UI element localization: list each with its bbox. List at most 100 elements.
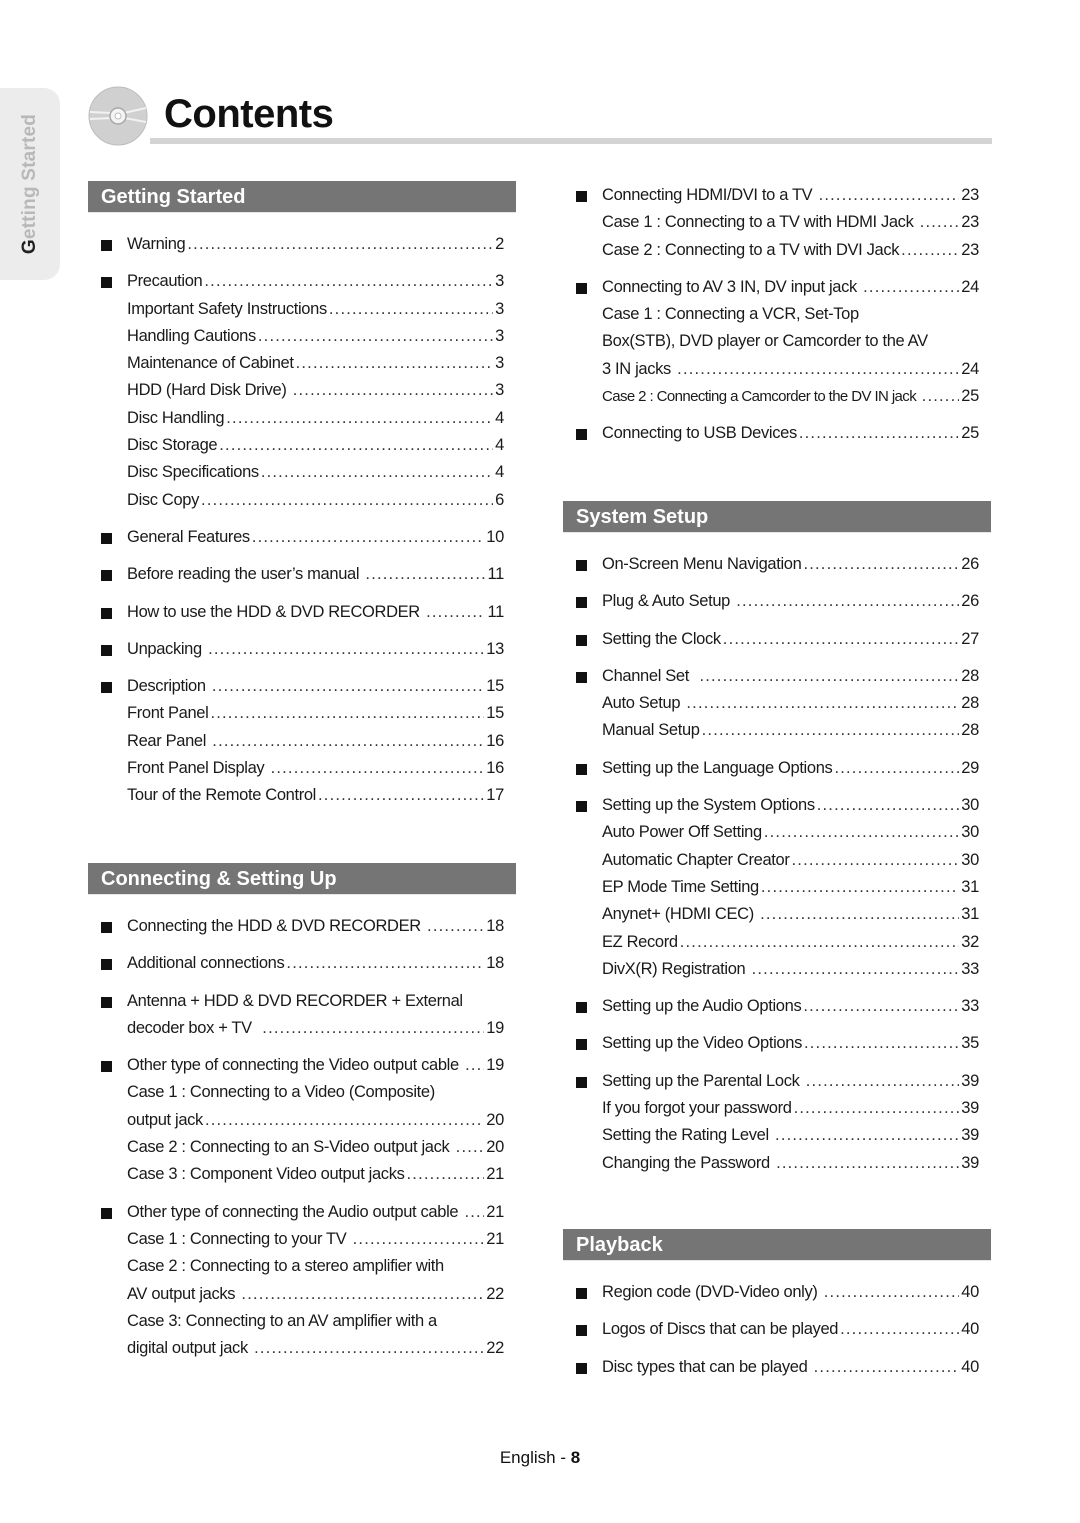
toc-page-number: 39 — [961, 1153, 979, 1172]
toc-subentry[interactable]: EZ Record 32 — [563, 929, 991, 956]
toc-entry[interactable]: Other type of connecting the Audio outpu… — [88, 1199, 516, 1226]
toc-subentry[interactable]: DivX(R) Registration 33 — [563, 956, 991, 983]
toc-entry-title: Connecting the HDD & DVD RECORDER — [127, 917, 426, 935]
toc-entry[interactable]: Setting up the Parental Lock 39 — [563, 1068, 991, 1095]
toc-subentry[interactable]: EP Mode Time Setting 31 — [563, 874, 991, 901]
toc-subentry[interactable]: Setting the Rating Level 39 — [563, 1122, 991, 1149]
toc-page-number: 28 — [961, 721, 979, 740]
toc-subentry[interactable]: Case 1 : Connecting to a TV with HDMI Ja… — [563, 209, 991, 236]
toc-subentry[interactable]: Front Panel 15 — [88, 700, 516, 727]
toc-subentry[interactable]: Disc Handling 4 — [88, 405, 516, 432]
toc-entry[interactable]: Connecting the HDD & DVD RECORDER 18 — [88, 913, 516, 940]
toc-subentry[interactable]: Changing the Password 39 — [563, 1150, 991, 1177]
toc-entry[interactable]: Before reading the user’s manual 11 — [88, 561, 516, 588]
toc-entry[interactable]: Setting up the Language Options 29 — [563, 755, 991, 782]
toc-subentry[interactable]: decoder box + TV 19 — [88, 1015, 516, 1042]
dot-leader — [794, 1095, 960, 1122]
toc-subentry[interactable]: Case 1 : Connecting to your TV 21 — [88, 1226, 516, 1253]
toc-entry[interactable]: Precaution 3 — [88, 268, 516, 295]
square-bullet-icon — [576, 1362, 587, 1374]
toc-entry-title: Unpacking — [127, 639, 207, 658]
toc-entry[interactable]: Connecting to USB Devices 25 — [563, 420, 991, 447]
dot-leader — [464, 1199, 484, 1226]
toc-subentry[interactable]: AV output jacks 22 — [88, 1281, 516, 1308]
toc-subentry[interactable]: Case 3 : Component Video output jacks 21 — [88, 1161, 516, 1188]
toc-entry-title: Case 2 : Connecting to a TV with DVI Jac… — [602, 240, 900, 259]
dot-leader — [465, 1052, 484, 1079]
toc-page-number: 22 — [486, 1339, 504, 1358]
toc-page-number: 21 — [486, 1229, 504, 1248]
toc-page-number: 11 — [487, 565, 504, 584]
toc-entry-group: Other type of connecting the Audio outpu… — [88, 1199, 516, 1363]
toc-subentry[interactable]: Case 2 : Connecting to an S-Video output… — [88, 1134, 516, 1161]
toc-entry[interactable]: Setting the Clock 27 — [563, 626, 991, 653]
toc-subentry[interactable]: Rear Panel 16 — [88, 728, 516, 755]
toc-entry-title: Disc Handling — [127, 408, 225, 427]
toc-subentry[interactable]: HDD (Hard Disk Drive) 3 — [88, 377, 516, 404]
toc-entry-group: Precaution3Important Safety Instructions… — [88, 268, 516, 514]
toc-subentry[interactable]: Case 1 : Connecting to a Video (Composit… — [88, 1079, 516, 1106]
toc-entry[interactable]: General Features 10 — [88, 524, 516, 551]
toc-subentry[interactable]: Auto Power Off Setting 30 — [563, 819, 991, 846]
toc-subentry[interactable]: Case 3: Connecting to an AV amplifier wi… — [88, 1308, 516, 1335]
toc-subentry[interactable]: output jack 20 — [88, 1107, 516, 1134]
toc-page-number: 28 — [961, 694, 979, 713]
dot-leader — [329, 296, 493, 323]
toc-subentry[interactable]: Disc Copy 6 — [88, 487, 516, 514]
toc-subentry[interactable]: Handling Cautions 3 — [88, 323, 516, 350]
toc-entry[interactable]: How to use the HDD & DVD RECORDER 11 — [88, 599, 516, 626]
toc-subentry[interactable]: Automatic Chapter Creator 30 — [563, 847, 991, 874]
toc-entry[interactable]: Setting up the System Options 30 — [563, 792, 991, 819]
toc-entry[interactable]: Warning 2 — [88, 231, 516, 258]
footer-separator: - — [555, 1448, 571, 1467]
toc-entry[interactable]: Channel Set 28 — [563, 663, 991, 690]
toc-entry-title: Box(STB), DVD player or Camcorder to the… — [602, 332, 928, 351]
toc-entry-title: Setting up the System Options — [602, 796, 815, 815]
toc-entry[interactable]: Unpacking 13 — [88, 636, 516, 663]
toc-entry-group: Other type of connecting the Video outpu… — [88, 1052, 516, 1188]
toc-entry[interactable]: Setting up the Video Options 35 — [563, 1030, 991, 1057]
toc-entry-title: Disc types that can be played — [602, 1357, 812, 1376]
toc-subentry[interactable]: Case 2 : Connecting to a TV with DVI Jac… — [563, 237, 991, 264]
toc-entry[interactable]: Logos of Discs that can be played 40 — [563, 1316, 991, 1343]
toc-entry-title: Setting the Clock — [602, 629, 721, 648]
toc-entry-group: Warning 2 — [88, 231, 516, 258]
toc-subentry[interactable]: Maintenance of Cabinet 3 — [88, 350, 516, 377]
dot-leader — [761, 874, 959, 901]
toc-entry-title: Plug & Auto Setup — [602, 592, 735, 611]
toc-entry-title: Case 1 : Connecting to a Video (Composit… — [127, 1083, 435, 1102]
toc-entry-title: Setting the Rating Level — [602, 1126, 774, 1145]
toc-entry[interactable]: Region code (DVD-Video only) 40 — [563, 1279, 991, 1306]
toc-entry[interactable]: Connecting HDMI/DVI to a TV 23 — [563, 182, 991, 209]
toc-subentry[interactable]: 3 IN jacks 24 — [563, 356, 991, 383]
toc-entry[interactable]: Additional connections 18 — [88, 950, 516, 977]
toc-subentry[interactable]: Manual Setup 28 — [563, 717, 991, 744]
toc-subentry[interactable]: Box(STB), DVD player or Camcorder to the… — [563, 328, 991, 355]
footer-language: English — [499, 1448, 556, 1467]
toc-entry[interactable]: Antenna + HDD & DVD RECORDER + External — [88, 988, 516, 1015]
square-bullet-icon — [576, 1039, 587, 1051]
toc-subentry[interactable]: Auto Setup 28 — [563, 690, 991, 717]
toc-entry[interactable]: Plug & Auto Setup 26 — [563, 588, 991, 615]
toc-subentry[interactable]: Case 2 : Connecting a Camcorder to the D… — [563, 383, 991, 410]
dot-leader — [219, 432, 493, 459]
toc-entry[interactable]: On-Screen Menu Navigation 26 — [563, 551, 991, 578]
toc-subentry[interactable]: Disc Specifications 4 — [88, 459, 516, 486]
toc-entry[interactable]: Disc types that can be played 40 — [563, 1354, 991, 1381]
toc-entry[interactable]: Other type of connecting the Video outpu… — [88, 1052, 516, 1079]
toc-subentry[interactable]: Disc Storage 4 — [88, 432, 516, 459]
toc-subentry[interactable]: Case 2 : Connecting to a stereo amplifie… — [88, 1253, 516, 1280]
toc-entry[interactable]: Setting up the Audio Options 33 — [563, 993, 991, 1020]
toc-subentry[interactable]: Anynet+ (HDMI CEC) 31 — [563, 901, 991, 928]
toc-subentry[interactable]: If you forgot your password 39 — [563, 1095, 991, 1122]
toc-entry[interactable]: Description 15 — [88, 673, 516, 700]
toc-page-number: 20 — [486, 1138, 504, 1157]
toc-entry[interactable]: Connecting to AV 3 IN, DV input jack 24 — [563, 274, 991, 301]
toc-subentry[interactable]: Case 1 : Connecting a VCR, Set-Top — [563, 301, 991, 328]
toc-subentry[interactable]: Front Panel Display 16 — [88, 755, 516, 782]
toc-subentry[interactable]: Tour of the Remote Control 17 — [88, 782, 516, 809]
toc-page-number: 30 — [961, 796, 979, 815]
toc-subentry[interactable]: digital output jack 22 — [88, 1335, 516, 1362]
toc-subentry[interactable]: Important Safety Instructions 3 — [88, 296, 516, 323]
toc-entry-group: Disc types that can be played 40 — [563, 1354, 991, 1381]
